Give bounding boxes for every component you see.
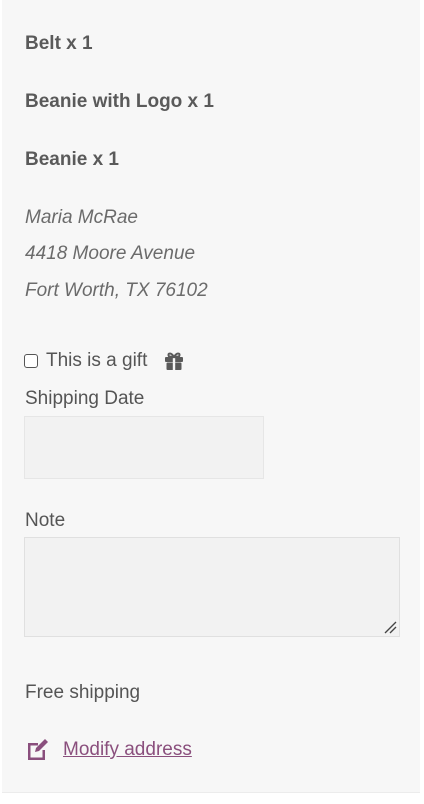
gift-checkbox-label[interactable]: This is a gift: [46, 350, 147, 372]
gift-icon: [163, 350, 185, 372]
order-item-beanie: Beanie x 1: [25, 149, 119, 170]
address-city: Fort Worth, TX 76102: [25, 280, 208, 301]
order-item-beanie-with-logo: Beanie with Logo x 1: [25, 91, 214, 112]
order-item-belt: Belt x 1: [25, 33, 93, 54]
address-name: Maria McRae: [25, 207, 138, 228]
shipping-date-input[interactable]: [24, 416, 264, 479]
modify-address-action[interactable]: Modify address: [25, 737, 192, 763]
shipping-date-label: Shipping Date: [25, 388, 145, 409]
gift-option: This is a gift: [24, 349, 185, 373]
order-summary-panel: Belt x 1 Beanie with Logo x 1 Beanie x 1…: [2, 0, 420, 793]
note-label: Note: [25, 510, 66, 531]
address-street: 4418 Moore Avenue: [25, 243, 196, 264]
edit-icon[interactable]: [25, 738, 51, 762]
shipping-method: Free shipping: [25, 682, 141, 703]
modify-address-link[interactable]: Modify address: [63, 739, 192, 761]
note-textarea[interactable]: [24, 537, 400, 637]
resize-grip-icon[interactable]: [383, 620, 397, 634]
gift-checkbox[interactable]: [24, 354, 38, 368]
